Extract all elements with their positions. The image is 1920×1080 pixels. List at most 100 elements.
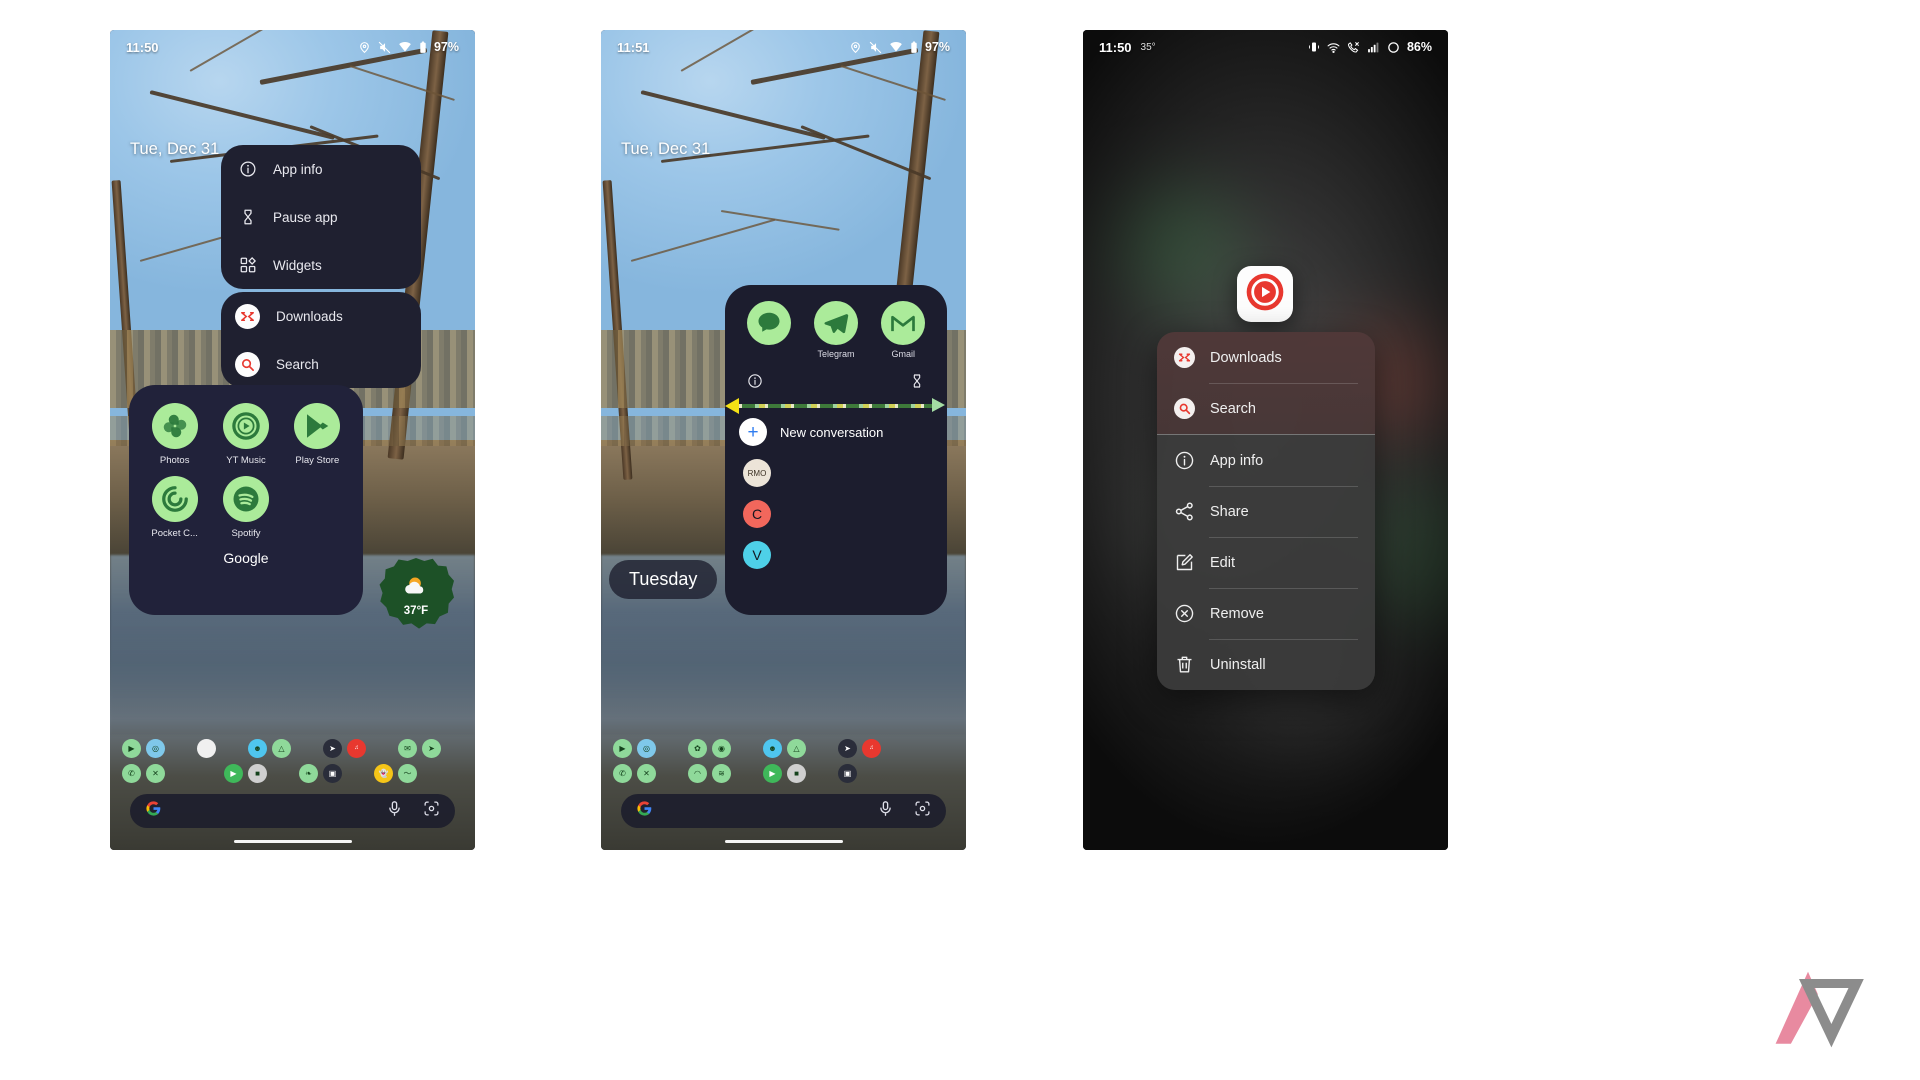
dock-icon-ytmusic[interactable]: ◉ [712, 738, 731, 758]
dock-icon-app[interactable]: ■ [248, 763, 267, 783]
remove-icon [1174, 603, 1195, 624]
menu-item-search[interactable]: Search [1157, 383, 1375, 434]
menu-item-widgets[interactable]: Widgets [221, 241, 421, 289]
nav-gesture-bar-2[interactable] [724, 840, 843, 843]
dock-icon-wave[interactable]: 〜 [398, 763, 417, 783]
messages-icon [746, 301, 791, 345]
contact-v-avatar[interactable]: V [743, 541, 771, 569]
battery-icon [910, 41, 918, 54]
contact-list: RMO C V [725, 446, 947, 569]
dock-icon-play[interactable]: ▶ [224, 763, 243, 783]
dock-icon-telegram[interactable]: ➤ [422, 738, 441, 758]
widget-resize-handle[interactable] [725, 396, 947, 414]
folder-empty-slot [282, 476, 353, 539]
google-search-bar-1[interactable] [130, 794, 455, 828]
sun-cloud-icon [401, 575, 431, 604]
dock-icon-close[interactable]: ✕ [637, 763, 656, 783]
app-options-menu-primary: App info Pause app Widgets [221, 145, 421, 289]
dock-icon-square[interactable]: ▣ [838, 763, 857, 783]
widget-app-messages[interactable] [746, 301, 791, 359]
dock-icon-music-red[interactable]: ♫ [347, 738, 366, 758]
dock-icon-leaf[interactable]: ❧ [299, 763, 318, 783]
menu-item-app-info[interactable]: App info [221, 145, 421, 193]
dock-icon-spotify[interactable]: ≋ [712, 763, 731, 783]
menu-item-pause-app[interactable]: Pause app [221, 193, 421, 241]
info-icon[interactable] [747, 373, 763, 394]
dock-icon-snapchat[interactable]: 👻 [374, 763, 393, 783]
dock-icon-close[interactable]: ✕ [146, 763, 165, 783]
dock-icon-chat[interactable]: ☻ [248, 738, 267, 758]
widget-app-telegram[interactable]: Telegram [813, 301, 858, 359]
folder-app-pocket-casts[interactable]: Pocket C... [139, 476, 210, 539]
dock-icon-pocketcasts[interactable]: ◠ [688, 763, 707, 783]
dock-icon-blank[interactable] [197, 738, 216, 758]
menu-section-shortcuts: Downloads Search [1157, 332, 1375, 434]
dock-icon-photos[interactable]: ✿ [688, 738, 707, 758]
play-store-icon [294, 403, 341, 449]
menu-label: Pause app [273, 209, 338, 225]
dock-icon-instagram[interactable]: ◎ [637, 738, 656, 758]
menu-item-uninstall[interactable]: Uninstall [1157, 639, 1375, 690]
google-g-icon [145, 800, 162, 822]
dock-icon-messages[interactable]: ✉ [398, 738, 417, 758]
folder-app-yt-music[interactable]: YT Music [210, 403, 281, 466]
at-a-glance-widget[interactable]: Tuesday [609, 560, 718, 599]
menu-section-actions: App info Share Edit Remove Uninstall [1157, 435, 1375, 690]
dock-icon-nav[interactable]: ➤ [838, 738, 857, 758]
home-date-1: Tue, Dec 31 [130, 140, 220, 158]
dock-icon-app[interactable]: ■ [787, 763, 806, 783]
dock-icon-phone[interactable]: ✆ [122, 763, 141, 783]
dock-icon-nav[interactable]: ➤ [323, 738, 342, 758]
folder-app-spotify[interactable]: Spotify [210, 476, 281, 539]
folder-app-play-store[interactable]: Play Store [282, 403, 353, 466]
widget-app-label: Telegram [817, 349, 855, 359]
hourglass-icon[interactable] [909, 373, 925, 394]
google-lens-icon[interactable] [423, 800, 440, 822]
plus-icon: + [739, 418, 767, 446]
widget-tool-row [725, 359, 947, 394]
dock-icon-drive[interactable]: △ [272, 738, 291, 758]
battery-ring-icon [1387, 41, 1400, 54]
dock-icon-video[interactable]: ▶ [613, 738, 632, 758]
dock-icon-music-red[interactable]: ♫ [862, 738, 881, 758]
google-lens-icon[interactable] [914, 800, 931, 822]
new-conversation-row[interactable]: + New conversation [725, 412, 947, 446]
folder-app-photos[interactable]: Photos [139, 403, 210, 466]
menu-label: App info [273, 161, 323, 177]
status-temp: 35° [1140, 41, 1156, 53]
menu-item-edit[interactable]: Edit [1157, 537, 1375, 588]
menu-item-app-info[interactable]: App info [1157, 435, 1375, 486]
google-search-bar-2[interactable] [621, 794, 946, 828]
dock-icon-instagram[interactable]: ◎ [146, 738, 165, 758]
android-police-logo [1772, 960, 1880, 1052]
dock-icon-video[interactable]: ▶ [122, 738, 141, 758]
microphone-icon[interactable] [877, 800, 894, 822]
widget-app-gmail[interactable]: Gmail [881, 301, 926, 359]
contact-c-avatar[interactable]: C [743, 500, 771, 528]
resize-arrow-right-icon[interactable] [932, 398, 945, 412]
dock-icon-drive[interactable]: △ [787, 738, 806, 758]
trash-icon [1174, 654, 1195, 675]
downloads-shortcut-icon [235, 303, 260, 329]
microphone-icon[interactable] [386, 800, 403, 822]
menu-item-downloads[interactable]: Downloads [1157, 332, 1375, 383]
screenshot-collage: 11:50 97% Tue, Dec 31 App info Pause app [0, 0, 1920, 1080]
dock-icon-phone[interactable]: ✆ [613, 763, 632, 783]
menu-item-remove[interactable]: Remove [1157, 588, 1375, 639]
signal-icon [1367, 41, 1380, 54]
conversation-widget-popup: Telegram Gmail + New conversation RMO C … [725, 285, 947, 615]
selected-app-icon[interactable] [1237, 266, 1293, 322]
shortcut-item-downloads[interactable]: Downloads [221, 292, 421, 340]
dock-icon-play[interactable]: ▶ [763, 763, 782, 783]
shortcut-item-search[interactable]: Search [221, 340, 421, 388]
resize-arrow-left-icon[interactable] [725, 398, 739, 414]
dock-icon-chat[interactable]: ☻ [763, 738, 782, 758]
menu-label: Downloads [1210, 349, 1282, 366]
search-shortcut-icon [235, 351, 260, 377]
dock-icon-square[interactable]: ▣ [323, 763, 342, 783]
menu-item-share[interactable]: Share [1157, 486, 1375, 537]
nav-gesture-bar-1[interactable] [233, 840, 352, 843]
contact-photo-avatar[interactable]: RMO [743, 459, 771, 487]
status-bar-3: 11:50 35° 86% [1083, 30, 1448, 64]
menu-label: Search [1210, 400, 1256, 417]
